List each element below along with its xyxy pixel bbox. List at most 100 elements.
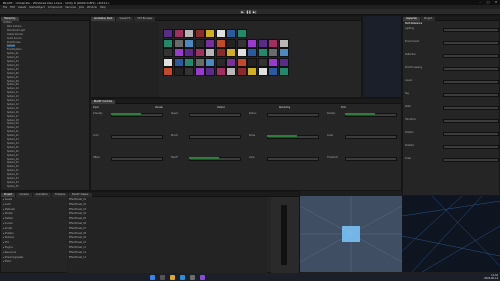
hierarchy-item[interactable]: Global Volume	[7, 33, 23, 36]
project-file[interactable]: EffectPreset_05	[69, 218, 86, 220]
vfx-thumbnail[interactable]	[278, 48, 289, 57]
project-file[interactable]: EffectPreset_07	[69, 227, 86, 230]
project-folder[interactable]: ▸ Plugins	[3, 246, 13, 249]
vfx-thumbnail[interactable]	[163, 29, 173, 38]
vfx-thumbnail[interactable]	[173, 57, 184, 67]
center-tab-1[interactable]: Visual FX	[116, 17, 134, 21]
blast-param-slider[interactable]	[267, 113, 319, 117]
vfx-thumbnail[interactable]	[226, 29, 236, 38]
vfx-thumbnail[interactable]	[205, 57, 215, 67]
project-file[interactable]: EffectPreset_08	[69, 232, 86, 235]
hierarchy-item[interactable]: EventSystem	[7, 49, 21, 51]
project-folder[interactable]: ▸ Models	[3, 213, 13, 215]
vfx-thumbnail[interactable]	[205, 38, 215, 48]
project-folder[interactable]: ▸ Scenes	[3, 222, 13, 225]
vfx-thumbnail[interactable]	[184, 38, 194, 48]
hierarchy-item[interactable]: Sphere_16	[7, 111, 19, 114]
inspector-field-value[interactable]	[443, 119, 499, 123]
hierarchy-item[interactable]: Sphere_04	[7, 64, 19, 67]
project-file[interactable]: EffectPreset_04	[69, 213, 86, 215]
vfx-thumbnail[interactable]	[247, 67, 257, 76]
vfx-thumbnail[interactable]	[278, 67, 289, 76]
vfx-thumbnail[interactable]	[215, 29, 226, 38]
blast-param-slider[interactable]	[189, 113, 241, 117]
hierarchy-item[interactable]: Sphere_13	[7, 99, 19, 102]
inspector-field-value[interactable]	[443, 28, 499, 32]
hierarchy-item[interactable]: Main Camera	[7, 25, 22, 28]
hierarchy-item[interactable]: Sphere_29	[7, 162, 19, 164]
hierarchy-item[interactable]: Sphere_15	[7, 107, 19, 110]
vfx-thumbnail[interactable]	[268, 38, 278, 48]
hierarchy-item[interactable]: Sphere_06	[7, 72, 19, 75]
inspector-field-value[interactable]	[443, 158, 499, 162]
blast-param-slider[interactable]	[111, 157, 163, 161]
browser-icon[interactable]	[180, 274, 185, 280]
vfx-thumbnail[interactable]	[247, 38, 257, 48]
project-folder[interactable]: ▸ Textures	[3, 237, 14, 239]
hierarchy-item[interactable]: Sphere_33	[7, 177, 19, 180]
vfx-thumbnail[interactable]	[205, 67, 215, 76]
inspector-field[interactable]: Tag	[405, 92, 409, 95]
hierarchy-item[interactable]: Sphere_09	[7, 84, 19, 86]
windows-start-icon[interactable]	[150, 274, 155, 280]
vfx-thumbnail[interactable]	[215, 48, 226, 57]
project-folder[interactable]: ▸ Scripts	[3, 227, 12, 230]
vfx-thumbnail[interactable]	[163, 48, 173, 57]
vfx-thumbnail[interactable]	[226, 57, 236, 67]
fader-track[interactable]	[281, 205, 287, 265]
hierarchy-item[interactable]: Sphere_11	[7, 92, 19, 94]
inspector-field[interactable]: Position	[405, 131, 414, 134]
vfx-thumbnail[interactable]	[278, 57, 289, 67]
blast-param-slider[interactable]	[345, 135, 397, 139]
pause-button[interactable]: ❚❚	[246, 10, 251, 14]
hierarchy-item[interactable]: Sphere_01	[7, 53, 19, 55]
right-tab-1[interactable]: Project	[421, 17, 436, 21]
hierarchy-item[interactable]: Sphere_14	[7, 103, 19, 106]
inspector-field-value[interactable]	[443, 106, 499, 110]
hierarchy-item[interactable]: Sphere_30	[7, 166, 19, 168]
vfx-thumbnail[interactable]	[194, 38, 205, 48]
hierarchy-item[interactable]: Sphere_24	[7, 142, 19, 145]
hierarchy-item[interactable]: Sphere_25	[7, 146, 19, 149]
inspector-field[interactable]: Reflection	[405, 53, 416, 56]
hierarchy-item[interactable]: Sphere_26	[7, 150, 19, 153]
vfx-thumbnail[interactable]	[163, 38, 173, 48]
project-file[interactable]: EffectPreset_06	[69, 222, 86, 225]
vfx-thumbnail[interactable]	[184, 57, 194, 67]
inspector-field-value[interactable]	[443, 145, 499, 149]
hierarchy-item[interactable]: Sphere_18	[7, 119, 19, 122]
vfx-thumbnail[interactable]	[163, 67, 173, 76]
hierarchy-item[interactable]: Sphere_28	[7, 158, 19, 161]
hierarchy-item[interactable]: Sphere_07	[7, 76, 19, 79]
project-file[interactable]: EffectPreset_03	[69, 208, 86, 211]
vfx-thumbnail[interactable]	[194, 29, 205, 38]
project-file[interactable]: EffectPreset_12	[69, 251, 86, 254]
game-view[interactable]	[401, 195, 500, 273]
project-folder[interactable]: ▸ Prefabs	[3, 218, 13, 220]
scene-view[interactable]	[299, 196, 403, 272]
inspector-field[interactable]: Lighting	[405, 27, 414, 30]
hierarchy-item[interactable]: Sphere_19	[7, 123, 19, 125]
project-file[interactable]: EffectPreset_13	[69, 256, 86, 259]
vfx-thumbnail[interactable]	[257, 38, 268, 48]
inspector-field[interactable]: Static	[405, 105, 411, 108]
hierarchy-item[interactable]: Sphere_27	[7, 154, 19, 157]
vfx-thumbnail[interactable]	[247, 48, 257, 57]
unity-icon[interactable]	[190, 274, 195, 280]
vfx-thumbnail[interactable]	[173, 48, 184, 57]
hierarchy-item[interactable]: Sphere_20	[7, 127, 19, 129]
hierarchy-item[interactable]: Sphere_10	[7, 88, 19, 90]
vfx-thumbnail[interactable]	[236, 48, 247, 57]
center-tab-2[interactable]: VFX Browser	[134, 17, 156, 21]
hierarchy-item[interactable]: Sphere_05	[7, 68, 19, 71]
vfx-thumbnail[interactable]	[184, 48, 194, 57]
hierarchy-item[interactable]: Sphere_22	[7, 134, 19, 137]
project-file[interactable]: EffectPreset_01	[69, 198, 86, 201]
vfx-thumbnail[interactable]	[226, 67, 236, 76]
tab-blast-controls[interactable]: BLAST Controls	[91, 100, 116, 104]
hierarchy-item[interactable]: Sphere_12	[7, 95, 19, 98]
inspector-field-value[interactable]	[443, 41, 499, 45]
inspector-field-value[interactable]	[443, 132, 499, 136]
project-file[interactable]: EffectPreset_10	[69, 242, 86, 244]
vfx-thumbnail[interactable]	[163, 57, 173, 67]
